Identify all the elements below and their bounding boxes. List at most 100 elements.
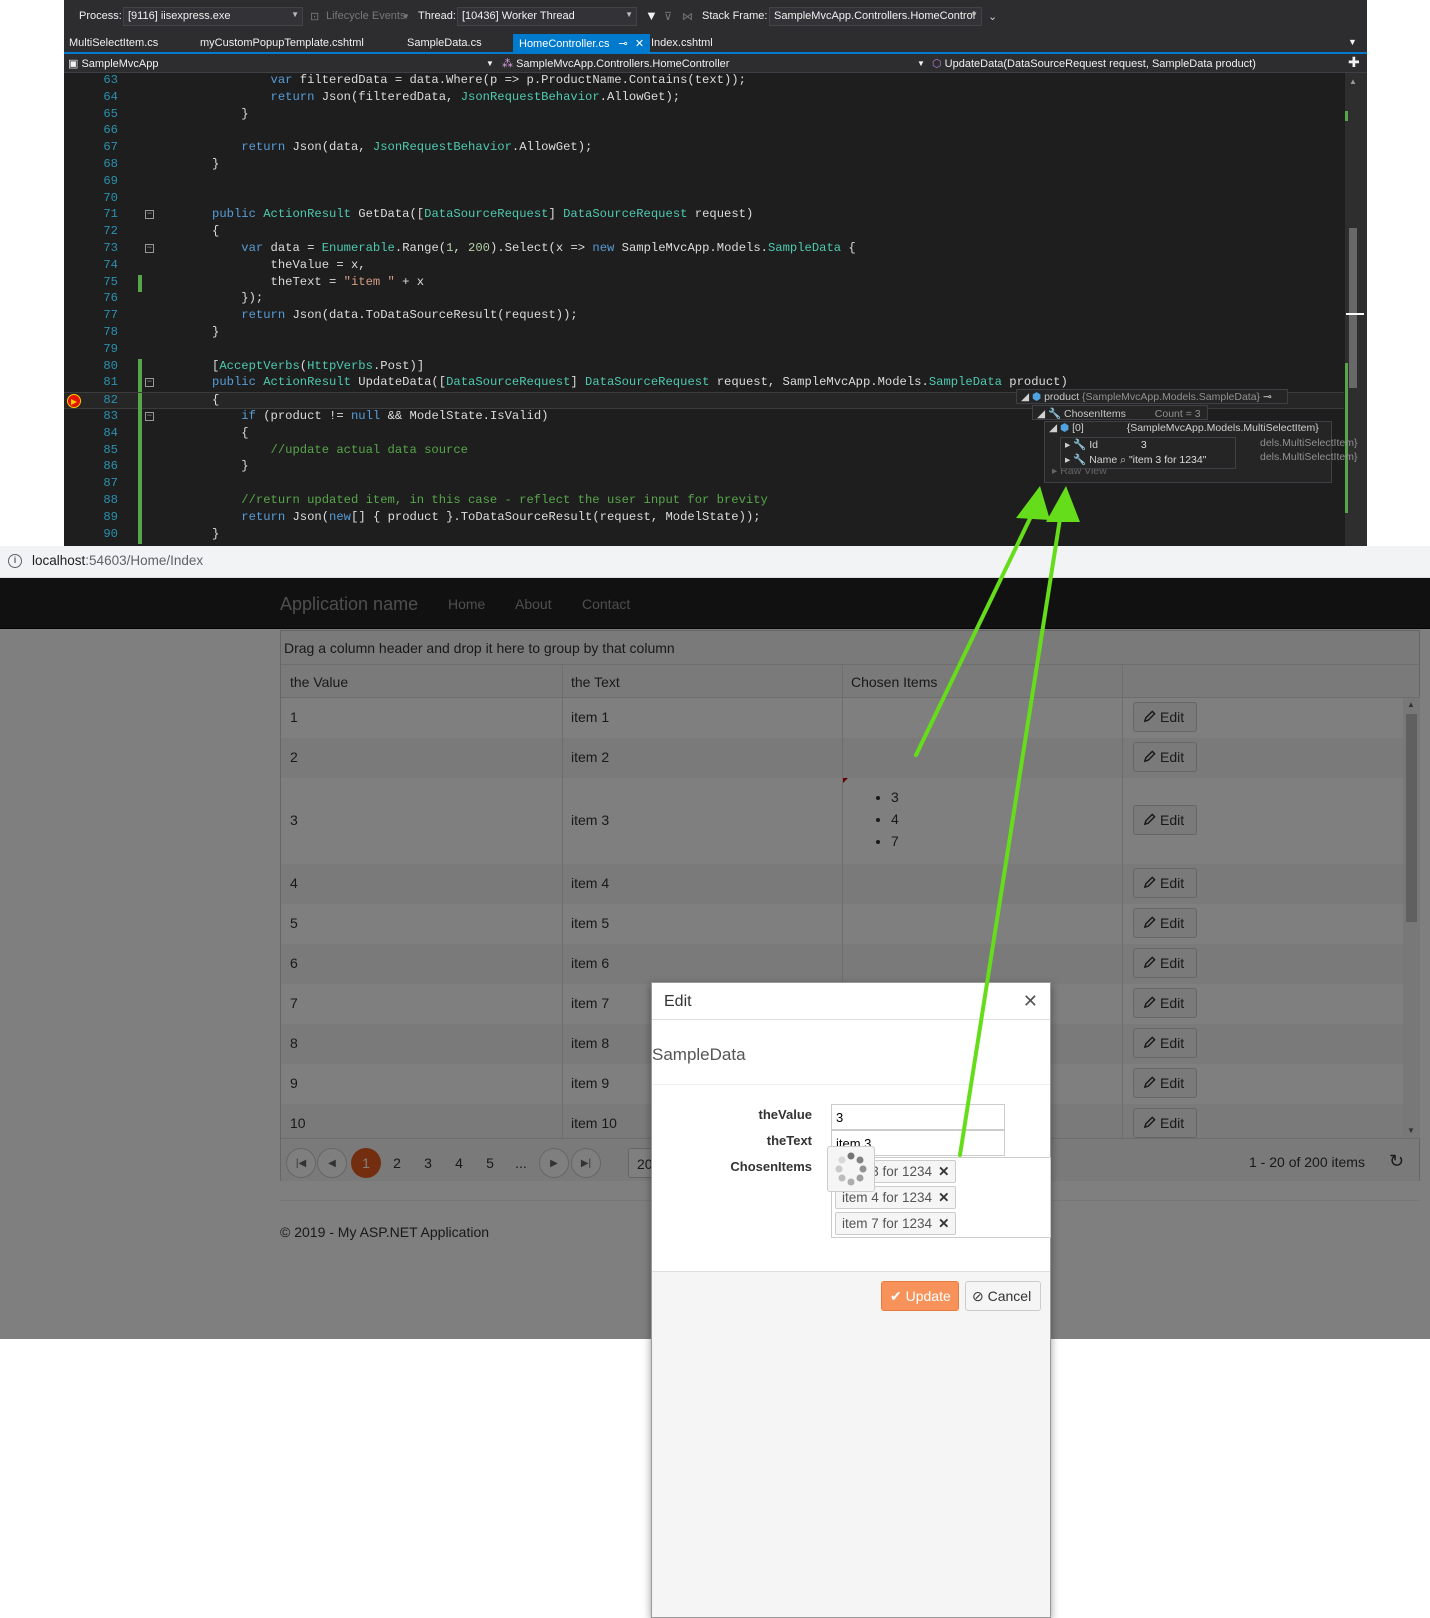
code-line[interactable]: 89 return Json(new[] { product }.ToDataS… [64,509,1344,527]
datatip-value[interactable]: "item 3 for 1234" [1129,454,1207,466]
code-line[interactable]: 64 return Json(filteredData, JsonRequest… [64,90,1344,107]
magnifier-icon[interactable]: ⌕ [1120,454,1126,466]
tab-homecontroller[interactable]: HomeController.cs ⊸ ✕ [513,34,651,52]
scrollbar-thumb[interactable] [1349,228,1357,388]
code-line[interactable]: 77 return Json(data.ToDataSourceResult(r… [64,308,1344,325]
expand-icon[interactable]: ▸ [1065,454,1070,466]
line-number: 65 [103,106,118,121]
chosen-tag[interactable]: item 7 for 1234 ✕ [835,1212,957,1235]
editor-scrollbar[interactable]: ▲ [1345,73,1367,546]
pin-icon[interactable]: ⊸ [619,38,628,50]
datatip-row-chosenitems[interactable]: ◢ 🔧 ChosenItems Count = 3 [1032,405,1208,420]
filter-clear-icon[interactable]: ⊽ [664,10,672,23]
remove-tag-icon[interactable]: ✕ [938,1216,949,1231]
line-number: 76 [103,291,118,306]
tab-multiselectitem[interactable]: MultiSelectItem.cs [69,37,158,49]
datatip-value: Count = 3 [1154,408,1201,420]
split-window-icon[interactable]: ✚ [1348,54,1360,71]
line-number: 83 [103,409,118,423]
code-line[interactable]: 90} [64,526,1344,544]
collapse-icon[interactable]: ◢ [1049,422,1057,434]
code-line[interactable]: 66 [64,123,1344,140]
document-tabs: MultiSelectItem.cs myCustomPopupTemplate… [64,34,1367,54]
scroll-up-icon[interactable]: ▲ [1349,77,1357,86]
datatip[interactable]: ◢ ⬢ product {SampleMvcApp.Models.SampleD… [1016,389,1357,493]
line-number: 86 [103,459,118,474]
expand-icon[interactable]: ▸ [1065,439,1070,451]
code-line[interactable]: 69 [64,174,1344,191]
collapse-region-icon[interactable]: − [145,378,154,388]
code-line[interactable]: 71 public ActionResult GetData([DataSourc… [64,207,1344,224]
stack-frame-dropdown[interactable]: SampleMvcApp.Controllers.HomeControl ▼ [769,7,982,26]
line-number: 74 [103,257,118,272]
code-line[interactable]: 73 var data = Enumerable.Range(1, 200).S… [64,241,1344,258]
code-line[interactable]: 76 }); [64,291,1344,308]
code-line[interactable]: 67 return Json(data, JsonRequestBehavior… [64,140,1344,157]
code-line[interactable]: 70 [64,191,1344,208]
navigation-bar: ▣ SampleMvcApp ▼ ⁂ SampleMvcApp.Controll… [64,54,1367,73]
expand-icon[interactable]: ▸ [1052,465,1057,477]
spinner-graphic [835,1152,867,1186]
project-icon: ▣ [68,58,79,70]
info-icon[interactable]: i [8,554,22,568]
lifecycle-events-button[interactable]: Lifecycle Events [326,10,405,22]
collapse-icon[interactable]: ◢ [1021,391,1029,403]
code-line[interactable]: 78} [64,325,1344,342]
line-number: 72 [103,224,118,239]
change-marker [138,476,142,494]
collapse-region-icon[interactable]: − [145,412,154,421]
stack-frame-value: SampleMvcApp.Controllers.HomeControl [774,10,976,22]
change-marker [1345,111,1348,121]
cancel-button[interactable]: ⊘ Cancel [965,1281,1041,1311]
code-line[interactable]: 72 { [64,224,1344,241]
process-dropdown[interactable]: [9116] iisexpress.exe ▼ [123,7,303,26]
collapse-region-icon[interactable]: − [145,210,154,220]
remove-tag-icon[interactable]: ✕ [938,1164,949,1179]
collapse-region-icon[interactable]: − [145,244,154,253]
change-marker [138,393,142,411]
remove-tag-icon[interactable]: ✕ [938,1190,949,1205]
code-line[interactable]: 75 theText = "item " + x [64,274,1344,292]
code-text: [AcceptVerbs(HttpVerbs.Post)] [212,358,425,373]
thread-dropdown[interactable]: [10436] Worker Thread ▼ [457,7,637,26]
tab-list-icon[interactable]: ▼ [1348,37,1357,47]
breakpoint-arrow-icon[interactable] [67,394,81,409]
code-line[interactable]: 79 [64,342,1344,359]
code-text: public ActionResult GetData([DataSourceR… [212,207,754,222]
flag-threads-icon[interactable]: ⋈ [682,10,693,23]
close-icon[interactable]: ✕ [1023,991,1038,1012]
change-marker [138,526,142,544]
code-line[interactable]: 68} [64,157,1344,174]
datatip-row-name[interactable]: ▸ 🔧 Name ⌕ "item 3 for 1234" [1065,453,1206,467]
code-text: } [212,459,249,474]
thevalue-input[interactable] [831,1104,1005,1130]
collapse-icon[interactable]: ◢ [1037,408,1045,420]
code-line[interactable]: 88 //return updated item, in this case -… [64,493,1344,510]
tab-sampledata[interactable]: SampleData.cs [407,37,482,49]
tab-index[interactable]: Index.cshtml [651,37,713,49]
change-marker [138,442,142,460]
browser-address-bar[interactable]: i localhost:54603/Home/Index [0,546,1430,578]
update-button[interactable]: ✔ Update [881,1281,959,1311]
code-line[interactable]: 65 } [64,107,1344,124]
pin-icon[interactable]: ⊸ [1263,391,1272,403]
code-line[interactable]: 80 [AcceptVerbs(HttpVerbs.Post)] [64,358,1344,376]
chevron-down-icon: ▼ [486,59,494,68]
filter-icon[interactable]: ▼ [645,8,658,23]
datatip-row-product[interactable]: ◢ ⬢ product {SampleMvcApp.Models.SampleD… [1016,389,1288,404]
datatip-row-item0[interactable]: ◢ ⬢ [0] {SampleMvcApp.Models.MultiSelect… [1049,422,1319,434]
caret-marker [1346,313,1364,315]
code-line[interactable]: 74 theValue = x, [64,258,1344,275]
close-icon[interactable]: ✕ [635,38,644,50]
project-dropdown[interactable]: ▣ SampleMvcApp [68,57,159,70]
toolbar-overflow-icon[interactable]: ⌄ [988,10,997,23]
dialog-footer [652,1271,1050,1617]
method-dropdown[interactable]: ⬡ UpdateData(DataSourceRequest request, … [932,57,1256,70]
tab-popup-template[interactable]: myCustomPopupTemplate.cshtml [200,37,364,49]
wrench-icon: 🔧 [1073,439,1087,451]
url-text[interactable]: localhost:54603/Home/Index [32,553,203,568]
code-text: var filteredData = data.Where(p => p.Pro… [270,73,746,87]
class-dropdown[interactable]: ⁂ SampleMvcApp.Controllers.HomeControlle… [502,57,729,70]
code-line[interactable]: 63 var filteredData = data.Where(p => p.… [64,73,1344,90]
datatip-row-id[interactable]: ▸ 🔧 Id 3 [1065,438,1147,451]
